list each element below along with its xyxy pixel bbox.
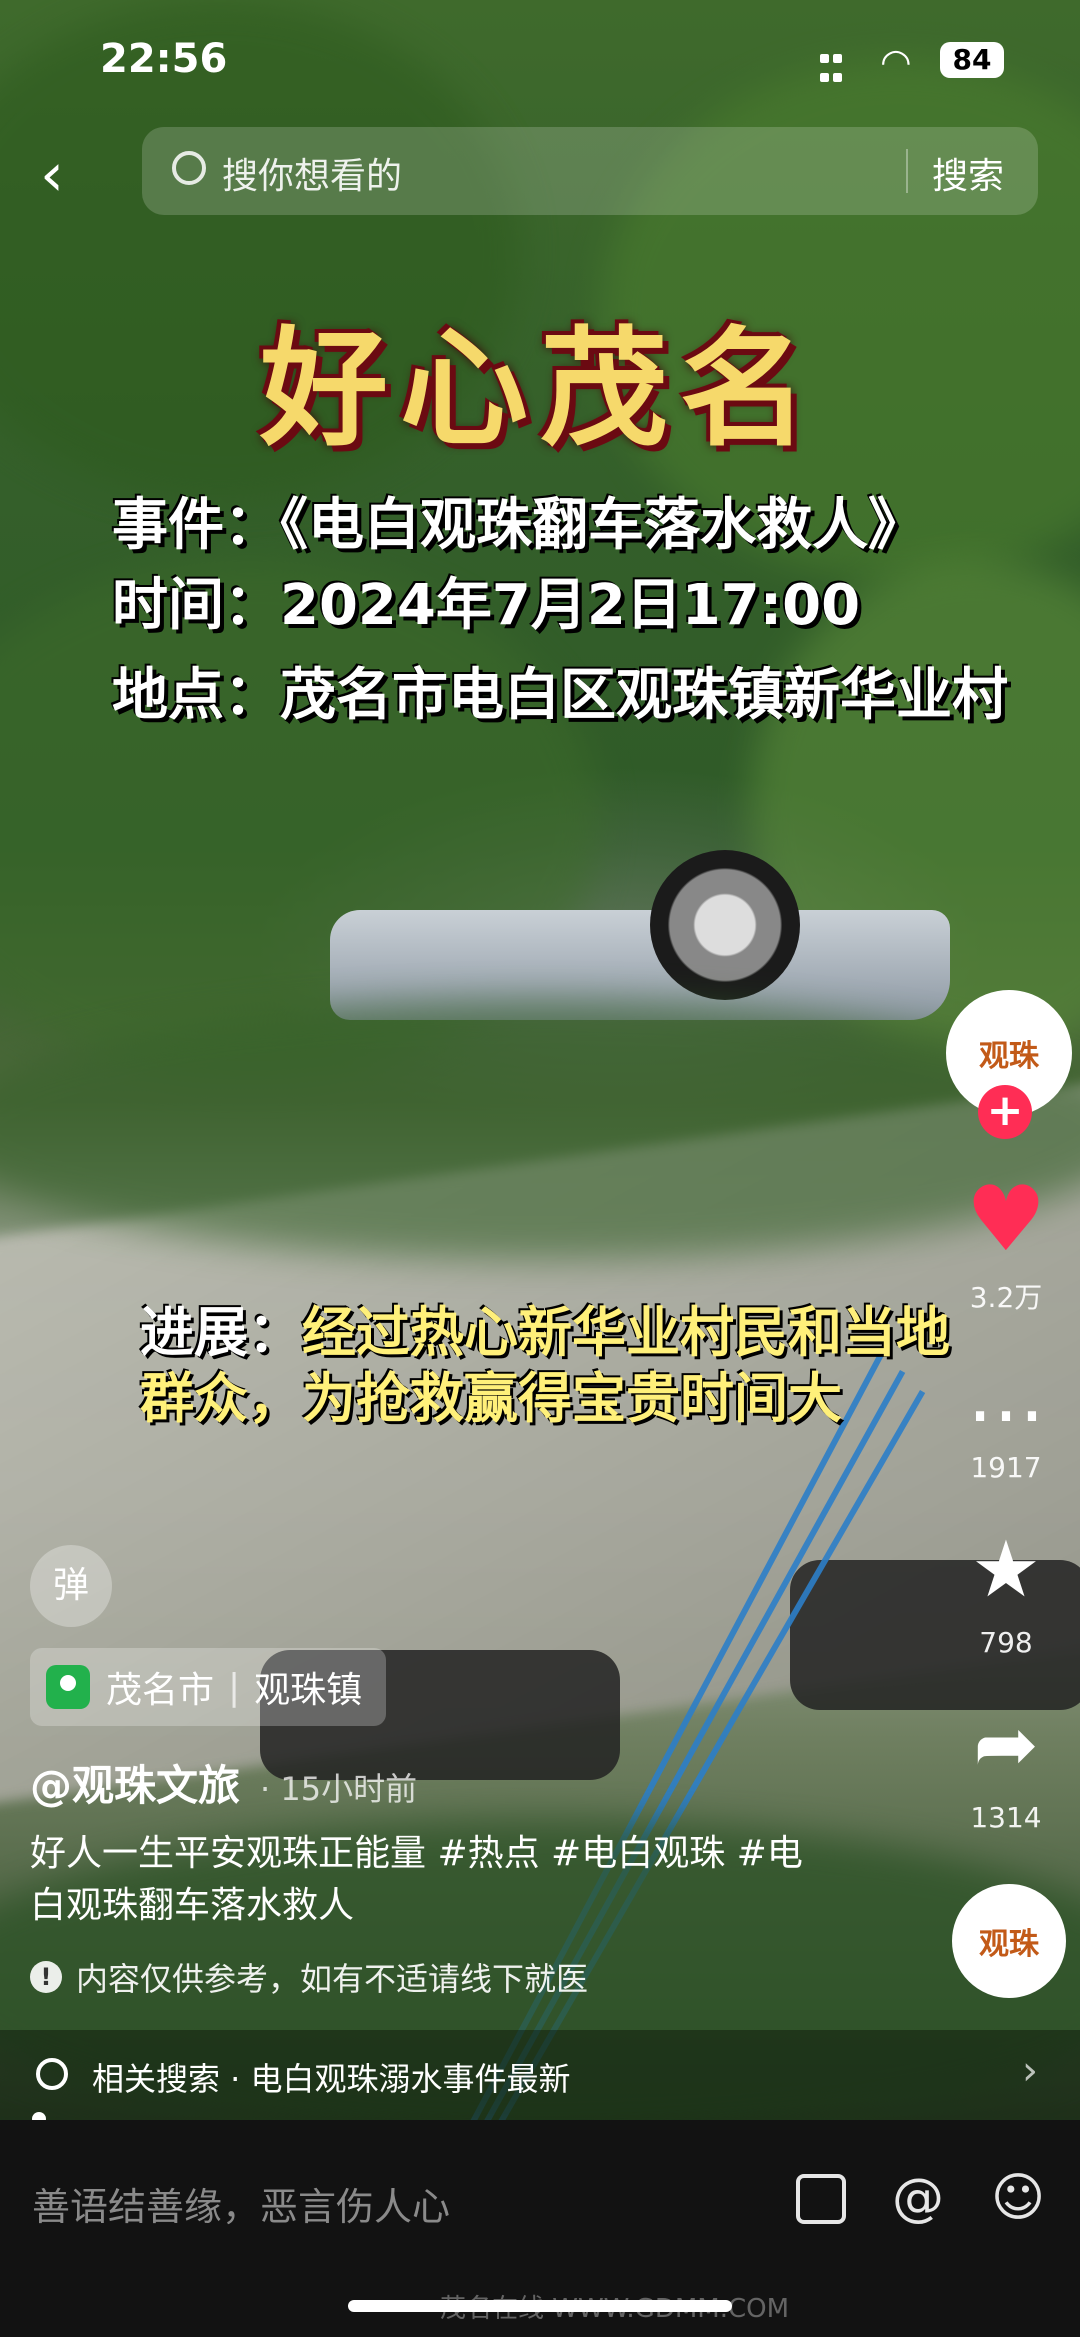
post-time: · 15小时前 [260,1770,418,1808]
share-button[interactable]: ➦ 1314 [946,1695,1066,1834]
search-icon [172,151,206,185]
video-title-text: 好心茂名 [259,314,820,464]
author-handle[interactable]: @观珠文旅 [30,1761,240,1810]
wifi-icon: ◠ [882,42,910,83]
comment-count: 1917 [970,1451,1042,1484]
place-text: 地点：茂名市电白区观珠镇新华业村 [112,663,1008,728]
like-button[interactable]: ♥ 3.2万 [946,1170,1066,1316]
author-name[interactable]: @观珠文旅 · 15小时前 [30,1752,417,1813]
star-icon: ★ [971,1525,1041,1615]
search-icon [36,2058,68,2090]
search-bar[interactable]: 搜你想看的 搜索 [142,127,1038,215]
favorite-button[interactable]: ★ 798 [946,1520,1066,1659]
danmu-toggle-button[interactable]: 弹 [30,1545,112,1627]
location-city: 茂名市 [106,1670,215,1711]
status-bar: 22:56 ◠ 84 [0,30,1080,90]
battery-indicator: 84 [940,42,1004,78]
location-tag[interactable]: 茂名市 | 观珠镇 [30,1648,387,1726]
back-icon[interactable]: ‹ [40,145,64,205]
share-icon: ➦ [973,1700,1039,1790]
share-count: 1314 [970,1801,1042,1834]
related-search-bar[interactable]: 相关搜索 · 电白观珠溺水事件最新 › [0,2030,1080,2120]
search-input[interactable]: 搜你想看的 [222,147,402,199]
post-description[interactable]: 好人一生平安观珠正能量 #热点 #电白观珠 #电白观珠翻车落水救人 [30,1828,830,1932]
image-icon[interactable] [796,2174,846,2224]
heart-icon: ♥ [965,1167,1047,1272]
comment-input[interactable]: 善语结善缘，恶言伤人心 [32,2176,450,2231]
follow-button[interactable]: + [978,1085,1032,1139]
chevron-right-icon: › [1022,2048,1038,2094]
home-indicator[interactable] [348,2300,732,2312]
status-time: 22:56 [100,36,228,82]
location-town: 观珠镇 [254,1670,363,1711]
music-disc-avatar[interactable]: 观珠 [952,1884,1066,1998]
progress-label: 进展： [140,1301,302,1364]
comment-icon: … [967,1350,1045,1440]
cellular-signal-icon [818,50,844,88]
favorite-count: 798 [979,1626,1033,1659]
comment-button[interactable]: … 1917 [946,1345,1066,1484]
search-button[interactable]: 搜索 [932,147,1004,199]
location-pin-icon [46,1665,90,1709]
at-icon[interactable]: @ [890,2170,946,2226]
info-icon: ! [30,1961,62,1993]
content-notice: ! 内容仅供参考，如有不适请线下就医 [30,1954,588,2000]
emoji-icon[interactable]: ☺ [990,2170,1046,2226]
like-count: 3.2万 [969,1281,1043,1314]
time-text: 时间：2024年7月2日17:00 [112,573,861,638]
notice-text: 内容仅供参考，如有不适请线下就医 [76,1960,589,1998]
related-search-text: 相关搜索 · 电白观珠溺水事件最新 [92,2060,571,2098]
progress-caption: 进展：经过热心新华业村民和当地群众，为抢救赢得宝贵时间大 [140,1300,1000,1432]
event-text: 事件：《电白观珠翻车落水救人》 [112,493,924,558]
